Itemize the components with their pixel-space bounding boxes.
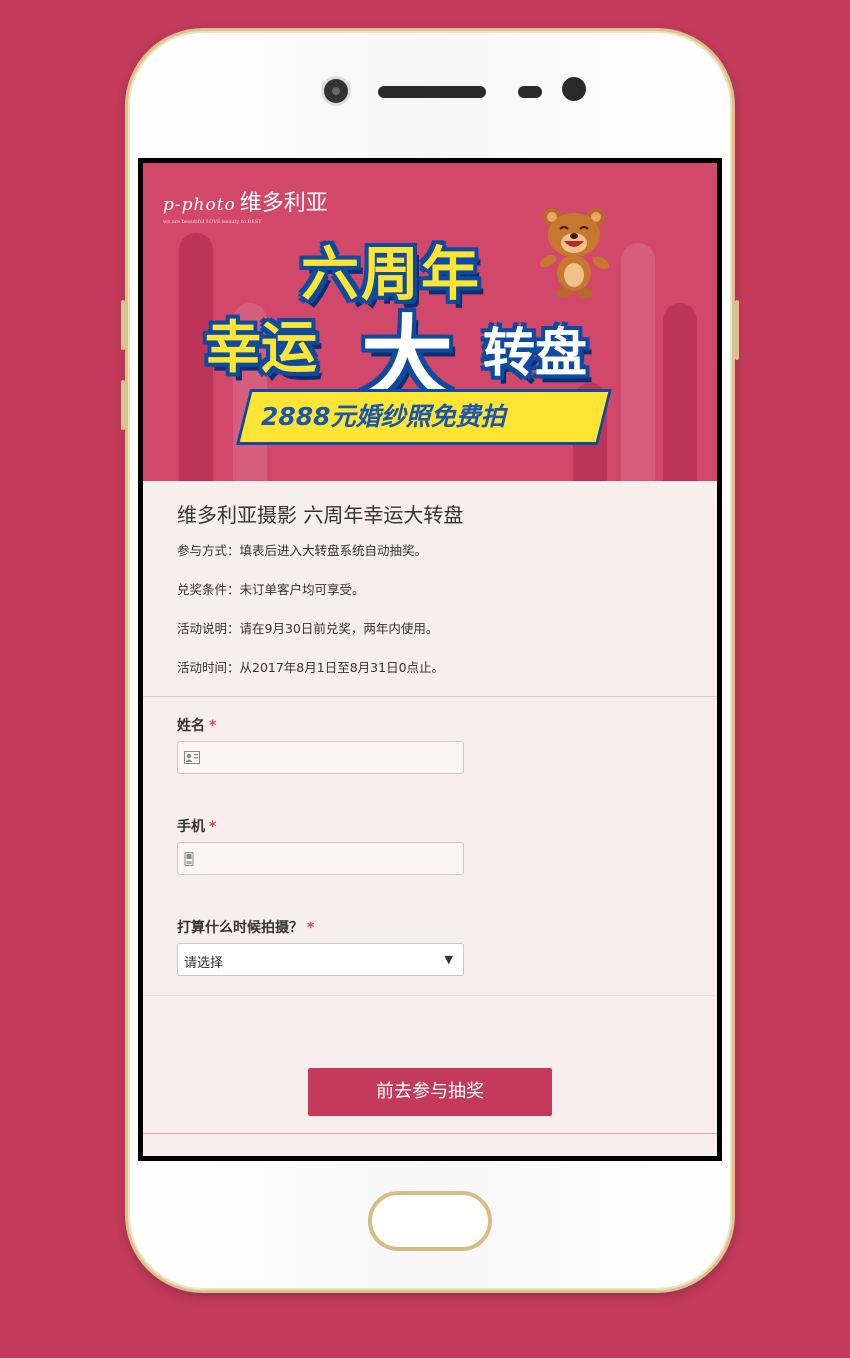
contact-card-icon bbox=[184, 751, 200, 768]
info-line-notes: 活动说明：请在9月30日前兑奖，两年内使用。 bbox=[177, 621, 439, 636]
volume-down-button bbox=[121, 380, 125, 430]
phone-label-text: 手机 bbox=[177, 819, 205, 835]
shoot-time-selected: 请选择 bbox=[184, 956, 224, 971]
info-line-method: 参与方式：填表后进入大转盘系统自动抽奖。 bbox=[177, 543, 428, 558]
required-mark: * bbox=[209, 718, 217, 734]
submit-area: 前去参与抽奖 bbox=[143, 976, 717, 1116]
headline-lucky: 幸运 bbox=[205, 316, 317, 381]
name-input[interactable] bbox=[204, 742, 463, 775]
phone-screen: p-photo 维多利亚 we are beautiful LOVE beauty… bbox=[138, 158, 722, 1161]
info-line-period: 活动时间：从2017年8月1日至8月31日0点止。 bbox=[177, 660, 445, 675]
phone-input[interactable] bbox=[204, 843, 463, 876]
shoot-time-label-text: 打算什么时候拍摄？ bbox=[177, 920, 303, 936]
form-divider bbox=[143, 995, 717, 996]
promo-banner: p-photo 维多利亚 we are beautiful LOVE beauty… bbox=[143, 163, 717, 481]
name-label-text: 姓名 bbox=[177, 718, 205, 734]
signup-form: 姓名 * 手机 * 打算什么时候拍摄？ * 请选择 ▼ bbox=[143, 697, 717, 976]
info-line-conditions: 兑奖条件：未订单客户均可享受。 bbox=[177, 582, 365, 597]
bear-mascot-icon bbox=[539, 208, 610, 298]
shoot-time-label: 打算什么时候拍摄？ * bbox=[177, 917, 683, 937]
offer-text: 2888元婚纱照免费拍 bbox=[261, 402, 506, 431]
phone-label: 手机 * bbox=[177, 816, 683, 836]
web-page: p-photo 维多利亚 we are beautiful LOVE beauty… bbox=[143, 163, 717, 1156]
join-lottery-button[interactable]: 前去参与抽奖 bbox=[308, 1068, 552, 1116]
headline-art: 六周年 幸运 大 转盘 2888元婚纱照免费拍 bbox=[143, 163, 717, 481]
headline-wheel: 转盘 bbox=[483, 324, 588, 384]
front-camera-icon bbox=[324, 79, 348, 103]
event-intro: 维多利亚摄影 六周年幸运大转盘 参与方式：填表后进入大转盘系统自动抽奖。 兑奖条… bbox=[143, 481, 717, 676]
light-sensor bbox=[562, 77, 586, 101]
required-mark: * bbox=[307, 920, 315, 936]
mobile-phone-icon bbox=[184, 852, 194, 870]
phone-field[interactable] bbox=[177, 842, 464, 876]
footer-divider bbox=[143, 1133, 717, 1134]
name-field[interactable] bbox=[177, 741, 464, 775]
power-button bbox=[735, 300, 739, 360]
shoot-time-select[interactable]: 请选择 ▼ bbox=[177, 943, 464, 976]
name-label: 姓名 * bbox=[177, 715, 683, 735]
dropdown-triangle-icon: ▼ bbox=[444, 953, 453, 966]
required-mark: * bbox=[209, 819, 217, 835]
volume-up-button bbox=[121, 300, 125, 350]
page-title: 维多利亚摄影 六周年幸运大转盘 bbox=[177, 503, 464, 527]
proximity-sensor bbox=[518, 86, 542, 98]
earpiece-speaker bbox=[378, 86, 486, 98]
home-button[interactable] bbox=[368, 1191, 492, 1251]
